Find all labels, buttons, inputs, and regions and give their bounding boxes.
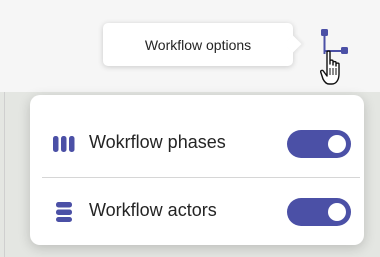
phases-columns-icon <box>53 136 75 152</box>
menu-item-workflow-actors[interactable]: Workflow actors <box>30 183 364 241</box>
menu-divider <box>42 177 360 178</box>
menu-item-label: Workflow actors <box>89 200 217 220</box>
tooltip-text: Workflow options <box>144 36 252 53</box>
toggle-knob <box>328 135 346 153</box>
workflow-options-button[interactable] <box>316 26 356 92</box>
menu-item-workflow-phases[interactable]: Wokrflow phases <box>30 115 364 173</box>
hand-pointer-cursor-icon <box>320 50 340 85</box>
menu-item-label: Wokrflow phases <box>89 132 226 152</box>
left-divider <box>4 92 5 257</box>
workflow-phases-toggle[interactable] <box>287 130 351 158</box>
actors-rows-icon <box>56 202 72 222</box>
tooltip: Workflow options <box>103 23 302 66</box>
toggle-knob <box>328 203 346 221</box>
workflow-actors-toggle[interactable] <box>287 198 351 226</box>
workflow-options-menu: Wokrflow phases Workflow actors <box>30 95 364 245</box>
